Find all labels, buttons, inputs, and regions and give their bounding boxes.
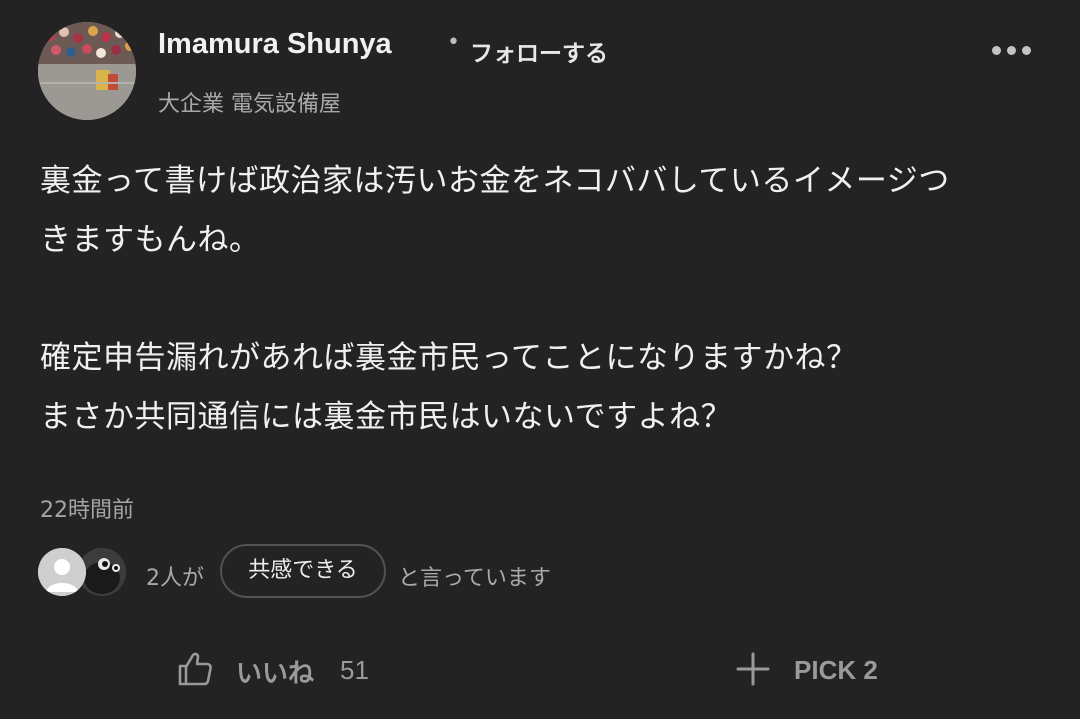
comment-body: 裏金って書けば政治家は汚いお金をネコババしているイメージつ きますもんね。 確定…	[40, 152, 1040, 447]
paragraph-break	[40, 270, 1040, 329]
comment-line: 確定申告漏れがあれば裏金市民ってことになりますかね？	[40, 340, 858, 376]
thumbs-up-icon	[178, 652, 212, 686]
default-user-icon	[38, 548, 86, 596]
comment-line: まさか共同通信には裏金市民はいないですよね？	[40, 399, 733, 435]
pick-label: PICK 2	[794, 655, 878, 685]
pick-button[interactable]: PICK 2	[734, 646, 914, 692]
separator-dot: •	[447, 30, 460, 55]
plus-icon	[736, 652, 770, 686]
like-count: 51	[340, 655, 369, 685]
author-profile: 大企業 電気設備屋	[158, 92, 341, 117]
like-label: いいね	[236, 659, 315, 689]
profile-photo-icon	[38, 22, 136, 120]
empathy-button[interactable]: 共感できる	[220, 544, 386, 598]
author-avatar[interactable]	[38, 22, 136, 120]
reactor-avatar[interactable]	[38, 548, 86, 596]
follow-button[interactable]: フォローする	[470, 34, 608, 68]
comment-line: きますもんね。	[40, 222, 261, 258]
author-name[interactable]: Imamura Shunya	[158, 28, 392, 61]
comment-line: 裏金って書けば政治家は汚いお金をネコババしているイメージつ	[40, 163, 950, 199]
reaction-suffix: と言っています	[398, 566, 551, 591]
like-button[interactable]: いいね 51	[172, 646, 392, 692]
reaction-count: 2人が	[146, 566, 204, 591]
posted-time: 22時間前	[40, 498, 134, 523]
more-horizontal-icon[interactable]	[990, 40, 1034, 62]
